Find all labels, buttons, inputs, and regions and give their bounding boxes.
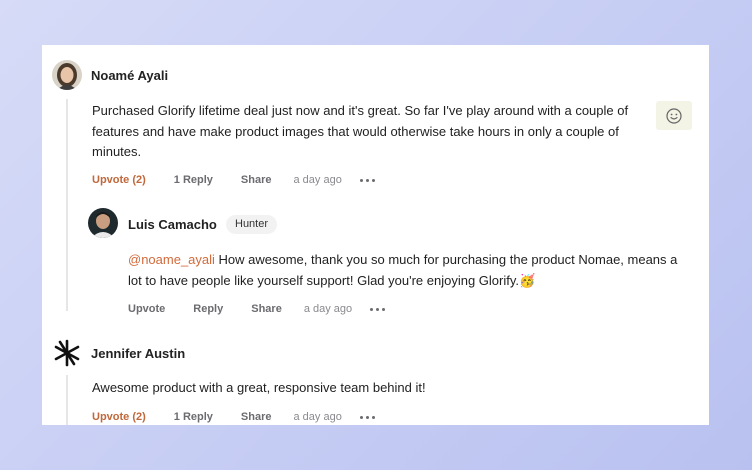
comment-actions: Upvote (2) 1 Reply Share a day ago — [92, 173, 375, 187]
comment-actions: Upvote Reply Share a day ago — [128, 302, 386, 316]
comment-author[interactable]: Luis Camacho — [128, 217, 217, 232]
avatar-luis[interactable] — [88, 208, 118, 238]
share-button[interactable]: Share — [251, 303, 282, 315]
upvote-button[interactable]: Upvote (2) — [92, 411, 146, 423]
thread-line — [66, 375, 68, 425]
more-dots-icon[interactable] — [370, 307, 386, 311]
avatar-jennifer[interactable] — [52, 338, 82, 368]
comment-text: Purchased Glorify lifetime deal just now… — [92, 103, 629, 159]
upvote-button[interactable]: Upvote (2) — [92, 174, 146, 186]
emoji-reaction-button[interactable] — [656, 101, 692, 130]
share-button[interactable]: Share — [241, 174, 272, 186]
reply-button[interactable]: Reply — [193, 303, 223, 315]
comment-thread-card: Noamé Ayali Purchased Glorify lifetime d… — [42, 45, 709, 425]
comment-text: Awesome product with a great, responsive… — [92, 380, 426, 395]
thread-line — [66, 99, 68, 311]
comment-actions: Upvote (2) 1 Reply Share a day ago — [92, 410, 375, 424]
comment-author[interactable]: Jennifer Austin — [91, 346, 185, 361]
timestamp: a day ago — [293, 411, 342, 423]
hunter-badge: Hunter — [226, 215, 278, 234]
party-emoji-icon: 🥳 — [519, 272, 536, 288]
user-photo-icon — [52, 60, 82, 90]
comment-text: @noame_ayali How awesome, thank you so m… — [128, 250, 694, 291]
starburst-logo-icon — [52, 338, 82, 368]
timestamp: a day ago — [303, 303, 353, 315]
user-photo-icon — [88, 208, 118, 238]
timestamp: a day ago — [293, 174, 342, 186]
smiley-face-icon — [666, 107, 682, 124]
more-dots-icon[interactable] — [359, 415, 375, 419]
comment-author[interactable]: Noamé Ayali — [91, 68, 168, 83]
avatar-noame[interactable] — [52, 60, 82, 90]
share-button[interactable]: Share — [241, 411, 272, 423]
reply-button[interactable]: 1 Reply — [174, 174, 213, 186]
upvote-button[interactable]: Upvote — [128, 303, 165, 315]
more-dots-icon[interactable] — [359, 178, 375, 182]
mention-link[interactable]: @noame_ayali — [128, 252, 215, 267]
reply-button[interactable]: 1 Reply — [174, 411, 213, 423]
